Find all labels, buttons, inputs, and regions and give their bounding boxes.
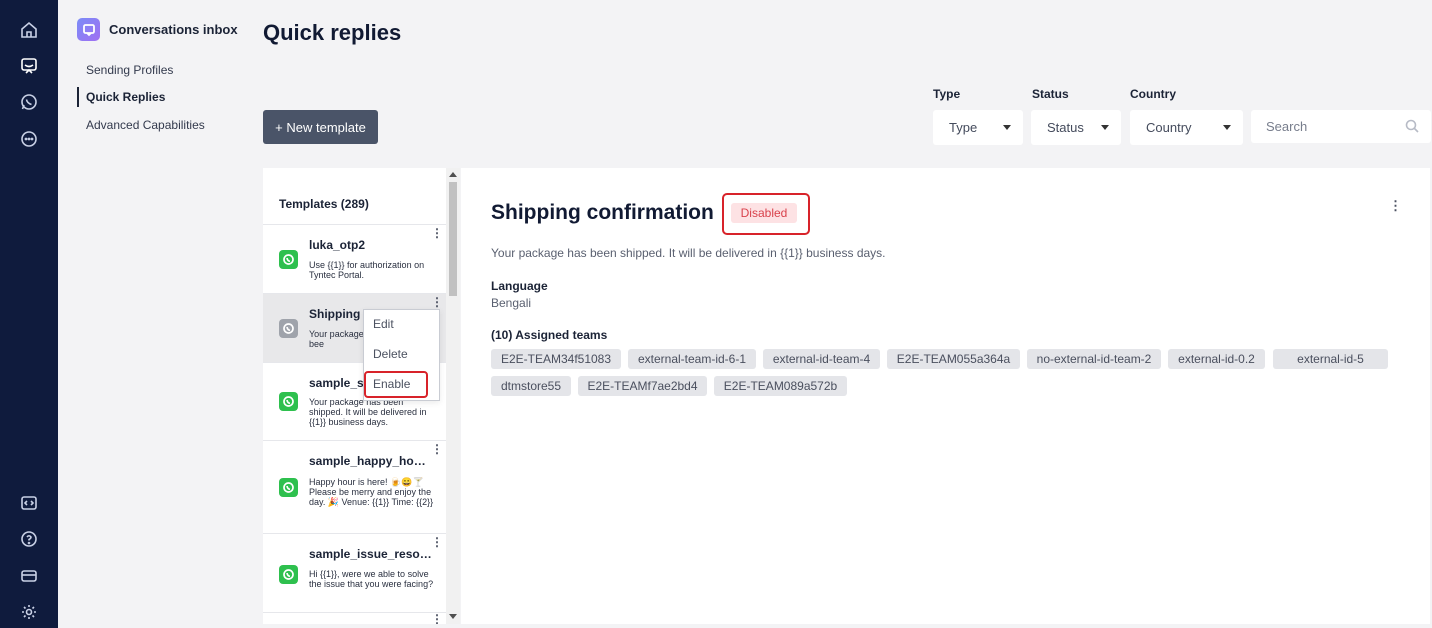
chevron-down-icon (1223, 125, 1231, 130)
code-icon[interactable] (17, 491, 41, 515)
chat-icon[interactable] (17, 127, 41, 151)
whatsapp-icon[interactable] (17, 90, 41, 114)
template-item[interactable]: sample_issue_resolut... ⋮ Hi {{1}}, were… (263, 534, 447, 613)
type-filter-label: Type (933, 87, 961, 101)
nav-item-quick-replies[interactable]: Quick Replies (86, 90, 165, 104)
more-options-icon[interactable]: ⋮ (431, 613, 443, 624)
type-select-value: Type (949, 120, 978, 135)
scroll-down-icon[interactable] (449, 614, 457, 619)
home-icon[interactable] (17, 18, 41, 42)
template-item[interactable]: sample_happy_hour_... ⋮ Happy hour is he… (263, 441, 447, 534)
inbox-icon[interactable] (17, 54, 41, 78)
menu-item-delete[interactable]: Delete (373, 347, 408, 361)
search-icon[interactable] (1405, 119, 1419, 133)
template-description: Your package has been shipped. It will b… (491, 246, 886, 260)
whatsapp-icon (279, 392, 298, 411)
template-name: sample_issue_resolut... (309, 547, 433, 561)
language-label: Language (491, 279, 548, 293)
team-chip: dtmstore55 (491, 376, 571, 396)
sub-navigation: Conversations inbox Sending Profiles Qui… (58, 0, 248, 628)
whatsapp-icon (279, 319, 298, 338)
template-body: Happy hour is here! 🍺😀🍸 Please be merry … (309, 477, 434, 507)
team-chip: E2E-TEAM055a364a (887, 349, 1020, 369)
templates-count-header: Templates (289) (279, 197, 369, 211)
whatsapp-icon (279, 565, 298, 584)
whatsapp-icon (279, 478, 298, 497)
inbox-logo-icon (77, 18, 100, 41)
more-options-icon[interactable]: ⋮ (1389, 199, 1402, 212)
app-header: Conversations inbox (77, 18, 238, 41)
more-options-icon[interactable]: ⋮ (431, 227, 443, 239)
team-chip: E2E-TEAM089a572b (714, 376, 847, 396)
scroll-up-icon[interactable] (449, 172, 457, 177)
language-value: Bengali (491, 296, 532, 310)
template-body: Your package has been shipped. It will b… (309, 397, 427, 427)
team-chip: no-external-id-team-2 (1027, 349, 1161, 369)
chevron-down-icon (1003, 125, 1011, 130)
nav-item-advanced-capabilities[interactable]: Advanced Capabilities (86, 118, 205, 132)
template-item[interactable]: luka_otp2 ⋮ Use {{1}} for authorization … (263, 225, 447, 294)
country-select-value: Country (1146, 120, 1192, 135)
template-name: luka_otp2 (309, 238, 366, 252)
help-icon[interactable] (17, 527, 41, 551)
search-input[interactable] (1251, 110, 1431, 143)
team-chip: E2E-TEAM34f51083 (491, 349, 621, 369)
country-filter-label: Country (1130, 87, 1176, 101)
chevron-down-icon (1101, 125, 1109, 130)
settings-icon[interactable] (17, 600, 41, 624)
scrollbar-thumb[interactable] (449, 182, 457, 296)
more-options-icon[interactable]: ⋮ (431, 296, 443, 308)
page-title: Quick replies (263, 20, 402, 45)
enable-highlight-box (364, 371, 428, 398)
status-select-value: Status (1047, 120, 1084, 135)
template-name: sample_happy_hour_... (309, 454, 433, 468)
type-select[interactable]: Type (933, 110, 1023, 145)
app-rail (0, 0, 58, 628)
team-chip: external-id-0.2 (1168, 349, 1265, 369)
template-body: Hi {{1}}, were we able to solve the issu… (309, 569, 434, 589)
list-scrollbar[interactable] (446, 168, 460, 624)
assigned-teams-label: (10) Assigned teams (491, 328, 608, 342)
active-indicator (77, 87, 79, 107)
team-chip: E2E-TEAMf7ae2bd4 (578, 376, 707, 396)
more-options-icon[interactable]: ⋮ (431, 443, 443, 455)
template-detail-panel (461, 168, 1430, 624)
team-chip: external-id-5 (1273, 349, 1388, 369)
template-body: Use {{1}} for authorization on Tyntec Po… (309, 260, 425, 280)
team-chip: external-team-id-6-1 (628, 349, 756, 369)
status-filter-label: Status (1032, 87, 1069, 101)
country-select[interactable]: Country (1130, 110, 1243, 145)
new-template-button[interactable]: + New template (263, 110, 378, 144)
team-chip: external-id-team-4 (763, 349, 880, 369)
menu-item-edit[interactable]: Edit (373, 317, 394, 331)
more-options-icon[interactable]: ⋮ (431, 536, 443, 548)
status-select[interactable]: Status (1031, 110, 1121, 145)
status-badge: Disabled (731, 203, 797, 223)
template-title: Shipping confirmation (491, 201, 714, 224)
app-title: Conversations inbox (109, 22, 238, 37)
billing-icon[interactable] (17, 564, 41, 588)
whatsapp-icon (279, 250, 298, 269)
nav-item-sending-profiles[interactable]: Sending Profiles (86, 63, 173, 77)
